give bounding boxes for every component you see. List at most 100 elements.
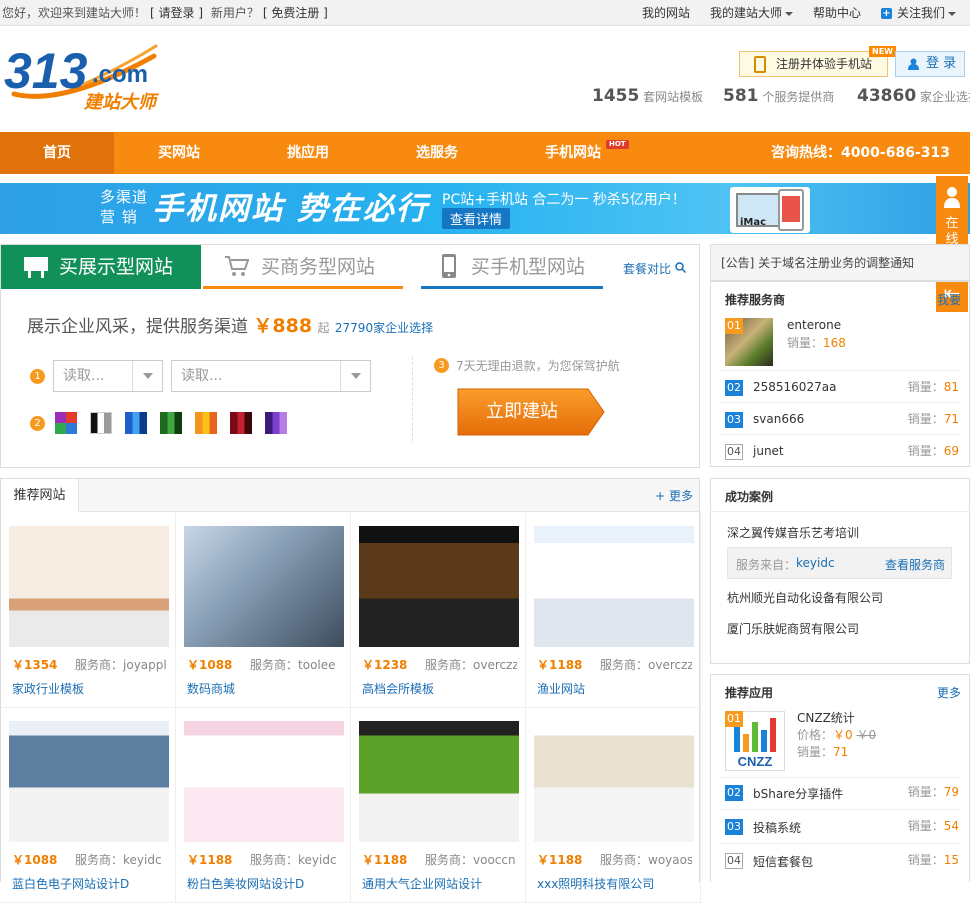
case-item[interactable]: 深之翼传媒音乐艺考培训 — [727, 524, 859, 541]
template-select[interactable]: 读取... — [171, 360, 371, 392]
provider-name[interactable]: junet — [753, 444, 784, 458]
site-thumbnail[interactable] — [534, 721, 694, 842]
site-name[interactable]: 粉白色美妆网站设计D — [187, 875, 304, 892]
site-name[interactable]: 家政行业模板 — [12, 680, 84, 697]
site-card[interactable]: ￥1088 服务商：toolee 数码商城 — [176, 513, 351, 708]
apps-more-link[interactable]: 更多 — [937, 684, 961, 701]
providers-more-link[interactable]: 我要 — [937, 291, 961, 308]
package-compare-link[interactable]: 套餐对比 — [623, 260, 686, 277]
site-card[interactable]: ￥1188 服务商：woyaos xxx照明科技有限公司 — [526, 708, 701, 903]
help-link[interactable]: 帮助中心 — [813, 0, 861, 26]
site-name[interactable]: 数码商城 — [187, 680, 235, 697]
build-site-label: 立即建站 — [486, 401, 558, 422]
site-card[interactable]: ￥1188 服务商：overczzz 渔业网站 — [526, 513, 701, 708]
mobile-phone-icon — [442, 254, 456, 278]
nav-apps[interactable]: 挑应用 — [251, 132, 365, 174]
site-thumbnail[interactable] — [359, 721, 519, 842]
case-source-name[interactable]: keyidc — [796, 556, 835, 570]
login-button[interactable]: 登 录 — [895, 51, 965, 77]
rec-more-link[interactable]: + 更多 — [655, 487, 693, 504]
industry-select[interactable]: 读取... — [53, 360, 163, 392]
provider-value[interactable]: woyaos — [648, 853, 692, 867]
site-card[interactable]: ￥1088 服务商：keyidc 蓝白色电子网站设计D — [1, 708, 176, 903]
follow-menu[interactable]: + 关注我们 — [880, 0, 956, 26]
nav-buy-site[interactable]: 买网站 — [122, 132, 236, 174]
provider-value[interactable]: vooccn — [473, 853, 516, 867]
provider-label: 服务商： — [425, 658, 474, 672]
banner-details-button[interactable]: 查看详情 — [442, 208, 511, 229]
tab-mobile-site[interactable]: 买手机型网站 — [421, 245, 603, 289]
stat-templates-num: 1455 — [592, 86, 640, 106]
main-nav: 首页 买网站 挑应用 选服务 手机网站 HOT 咨询热线：4000-686-31… — [0, 132, 970, 174]
login-label: 登 录 — [926, 56, 957, 71]
tab-showcase-site[interactable]: 买展示型网站 — [1, 245, 201, 289]
site-name[interactable]: 通用大气企业网站设计 — [362, 875, 482, 892]
color-swatch[interactable] — [230, 412, 252, 434]
site-thumbnail[interactable] — [184, 526, 344, 647]
site-card[interactable]: ￥1188 服务商：keyidc 粉白色美妆网站设计D — [176, 708, 351, 903]
provider-name[interactable]: svan666 — [753, 412, 804, 426]
provider-value[interactable]: keyidc — [298, 853, 337, 867]
industry-select-value: 读取... — [63, 368, 105, 384]
color-swatch[interactable] — [55, 412, 77, 434]
color-swatch[interactable] — [160, 412, 182, 434]
banner-line1: 多渠道 — [100, 188, 149, 206]
companies-choice-link[interactable]: 27790家企业选择 — [335, 321, 433, 335]
my-master-menu[interactable]: 我的建站大师 — [710, 0, 793, 26]
case-item[interactable]: 杭州顺光自动化设备有限公司 — [727, 589, 883, 606]
promo-banner[interactable]: 多渠道营 销 手机网站 势在必行 PC站+手机站 合二为一 秒杀5亿用户！ 查看… — [0, 183, 970, 234]
apps-title: 推荐应用 — [725, 686, 774, 700]
case-item[interactable]: 厦门乐肤妮商贸有限公司 — [727, 620, 859, 637]
login-link[interactable]: [ 请登录 ] — [150, 6, 203, 20]
notice-bar[interactable]: [公告] 关于域名注册业务的调整通知 — [710, 244, 970, 281]
site-thumbnail[interactable] — [359, 526, 519, 647]
site-thumbnail[interactable] — [184, 721, 344, 842]
stat-companies-num: 43860 — [857, 86, 917, 106]
app-name[interactable]: 投稿系统 — [753, 819, 801, 836]
view-provider-link[interactable]: 查看服务商 — [885, 556, 945, 573]
provider-value[interactable]: overczzz — [648, 658, 692, 672]
provider-value[interactable]: overczzz — [473, 658, 517, 672]
provider-name[interactable]: enterone — [787, 318, 841, 332]
app-name[interactable]: CNZZ统计 — [797, 709, 855, 726]
site-thumbnail[interactable] — [9, 721, 169, 842]
site-name[interactable]: xxx照明科技有限公司 — [537, 875, 654, 892]
nav-services[interactable]: 选服务 — [380, 132, 494, 174]
sales-value: 71 — [833, 745, 849, 759]
site-card[interactable]: ￥1354 服务商：joyapple 家政行业模板 — [1, 513, 176, 708]
color-swatch[interactable] — [125, 412, 147, 434]
follow-label: 关注我们 — [896, 6, 945, 20]
rank-badge: 02 — [725, 380, 743, 396]
nav-home[interactable]: 首页 — [0, 132, 114, 174]
stat-providers-label: 个服务提供商 — [762, 90, 835, 104]
site-card[interactable]: ￥1238 服务商：overczzz 高档会所模板 — [351, 513, 526, 708]
site-card[interactable]: ￥1188 服务商：vooccn 通用大气企业网站设计 — [351, 708, 526, 903]
color-swatch[interactable] — [90, 412, 112, 434]
site-name[interactable]: 渔业网站 — [537, 680, 585, 697]
site-name[interactable]: 高档会所模板 — [362, 680, 434, 697]
register-link[interactable]: [ 免费注册 ] — [263, 6, 328, 20]
provider-label: 服务商： — [600, 853, 649, 867]
site-thumbnail[interactable] — [534, 526, 694, 647]
display-board-icon — [24, 257, 48, 278]
provider-sales: 销量：69 — [908, 442, 959, 459]
app-name[interactable]: 短信套餐包 — [753, 853, 813, 870]
site-thumbnail[interactable] — [9, 526, 169, 647]
provider-value[interactable]: keyidc — [123, 853, 162, 867]
tab-business-site[interactable]: 买商务型网站 — [203, 245, 403, 289]
build-site-button[interactable]: 立即建站 — [456, 387, 606, 437]
site-name[interactable]: 蓝白色电子网站设计D — [12, 875, 129, 892]
provider-name[interactable]: 258516027aa — [753, 380, 836, 394]
color-swatch[interactable] — [265, 412, 287, 434]
app-sales: 销量：71 — [797, 743, 848, 760]
rec-header — [1, 479, 699, 512]
search-icon — [675, 262, 686, 274]
my-sites-link[interactable]: 我的网站 — [642, 0, 690, 26]
register-mobile-button[interactable]: 注册并体验手机站 — [739, 51, 888, 77]
nav-mobile-site[interactable]: 手机网站 — [516, 132, 630, 174]
app-name[interactable]: bShare分享插件 — [753, 785, 843, 802]
provider-value[interactable]: joyapple — [123, 658, 167, 672]
site-logo[interactable]: 313 .com 建站大师 — [4, 36, 174, 116]
color-swatch[interactable] — [195, 412, 217, 434]
provider-value[interactable]: toolee — [298, 658, 336, 672]
